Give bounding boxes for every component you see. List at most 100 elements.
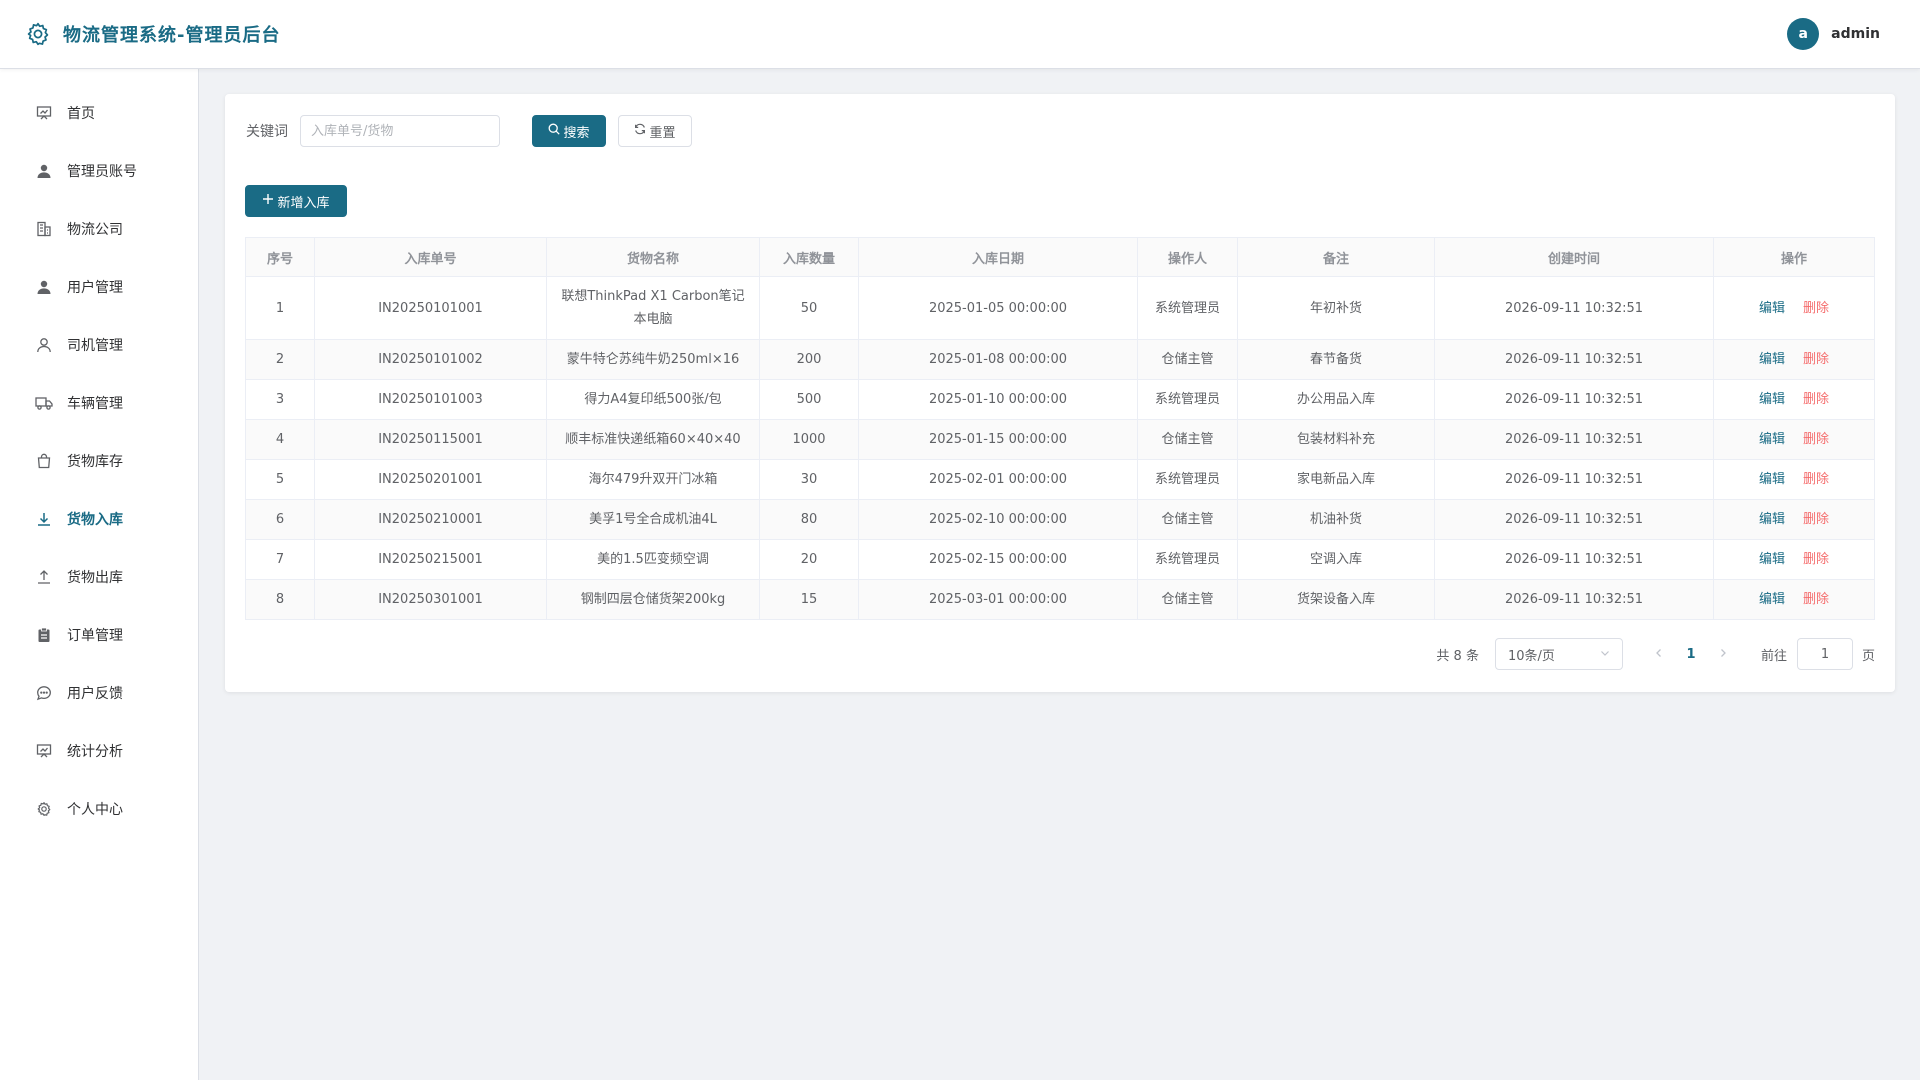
- user-menu[interactable]: a admin: [1787, 18, 1880, 50]
- add-inbound-button[interactable]: 新增入库: [245, 185, 347, 217]
- cell-goods: 钢制四层仓储货架200kg: [546, 579, 760, 620]
- cell-remark: 家电新品入库: [1237, 459, 1435, 500]
- sidebar-item-label: 车辆管理: [67, 396, 123, 412]
- search-button[interactable]: 搜索: [532, 115, 606, 147]
- avatar[interactable]: a: [1787, 18, 1820, 50]
- delete-link[interactable]: 删除: [1803, 512, 1829, 527]
- sidebar-item-home[interactable]: 首页: [0, 84, 198, 142]
- edit-link[interactable]: 编辑: [1759, 592, 1785, 607]
- inbound-card: 关键词 搜索 重置 新增入库 序号 入库单号 货物名称: [225, 94, 1895, 692]
- sidebar-item-label: 管理员账号: [67, 164, 137, 180]
- table-row: 3 IN20250101003 得力A4复印纸500张/包 500 2025-0…: [245, 379, 1875, 420]
- cell-remark: 春节备货: [1237, 339, 1435, 380]
- cell-operator: 仓储主管: [1137, 339, 1238, 380]
- column-header: 入库日期: [858, 237, 1138, 277]
- keyword-label: 关键词: [246, 124, 288, 140]
- sidebar-item-profile[interactable]: 个人中心: [0, 780, 198, 838]
- keyword-input[interactable]: [300, 115, 500, 147]
- search-button-label: 搜索: [563, 125, 590, 141]
- dashboard-icon: [35, 104, 53, 122]
- gear-icon: [25, 21, 51, 47]
- sidebar-item-feedback[interactable]: 用户反馈: [0, 664, 198, 722]
- sidebar-item-vehicles[interactable]: 车辆管理: [0, 374, 198, 432]
- edit-link[interactable]: 编辑: [1759, 512, 1785, 527]
- cell-created: 2026-09-11 10:32:51: [1434, 579, 1714, 620]
- cell-operator: 仓储主管: [1137, 499, 1238, 540]
- sidebar-item-admin-accounts[interactable]: 管理员账号: [0, 142, 198, 200]
- cell-qty: 30: [759, 459, 859, 500]
- table-row: 5 IN20250201001 海尔479升双开门冰箱 30 2025-02-0…: [245, 459, 1875, 500]
- cell-operator: 系统管理员: [1137, 459, 1238, 500]
- prev-page-button[interactable]: [1643, 647, 1675, 662]
- user-filled-icon: [35, 162, 53, 180]
- sidebar-item-outbound[interactable]: 货物出库: [0, 548, 198, 606]
- delete-link[interactable]: 删除: [1803, 392, 1829, 407]
- reset-button-label: 重置: [649, 125, 676, 141]
- cell-actions: 编辑 删除: [1713, 379, 1875, 420]
- cell-remark: 年初补货: [1237, 276, 1435, 340]
- sidebar-item-inventory[interactable]: 货物库存: [0, 432, 198, 490]
- cell-date: 2025-01-08 00:00:00: [858, 339, 1138, 380]
- edit-link[interactable]: 编辑: [1759, 552, 1785, 567]
- table-row: 6 IN20250210001 美孚1号全合成机油4L 80 2025-02-1…: [245, 499, 1875, 540]
- username[interactable]: admin: [1831, 26, 1880, 42]
- cell-date: 2025-01-15 00:00:00: [858, 419, 1138, 460]
- cell-order-no: IN20250101003: [314, 379, 547, 420]
- sidebar-item-drivers[interactable]: 司机管理: [0, 316, 198, 374]
- page-size-select[interactable]: 10条/页: [1494, 638, 1623, 670]
- cell-qty: 500: [759, 379, 859, 420]
- table-row: 4 IN20250115001 顺丰标准快递纸箱60×40×40 1000 20…: [245, 419, 1875, 460]
- table-row: 7 IN20250215001 美的1.5匹变频空调 20 2025-02-15…: [245, 539, 1875, 580]
- cell-date: 2025-01-10 00:00:00: [858, 379, 1138, 420]
- edit-link[interactable]: 编辑: [1759, 392, 1785, 407]
- sidebar-item-label: 货物库存: [67, 454, 123, 470]
- delete-link[interactable]: 删除: [1803, 352, 1829, 367]
- goto-page-input[interactable]: [1796, 638, 1853, 670]
- edit-link[interactable]: 编辑: [1759, 301, 1785, 316]
- delete-link[interactable]: 删除: [1803, 432, 1829, 447]
- column-header: 创建时间: [1434, 237, 1714, 277]
- column-header: 操作人: [1137, 237, 1238, 277]
- page-number-current[interactable]: 1: [1675, 647, 1707, 662]
- sidebar: 首页 管理员账号 物流公司 用户管理 司机管理 车辆管理 货物库存 货物入库 货…: [0, 69, 199, 1080]
- plus-icon: [262, 193, 274, 209]
- delete-link[interactable]: 删除: [1803, 472, 1829, 487]
- sidebar-item-statistics[interactable]: 统计分析: [0, 722, 198, 780]
- delete-link[interactable]: 删除: [1803, 552, 1829, 567]
- table-row: 2 IN20250101002 蒙牛特仑苏纯牛奶250ml×16 200 202…: [245, 339, 1875, 380]
- brand: 物流管理系统-管理员后台: [25, 21, 280, 47]
- next-page-button[interactable]: [1707, 647, 1739, 662]
- sidebar-item-label: 用户反馈: [67, 686, 123, 702]
- column-header: 入库数量: [759, 237, 859, 277]
- sidebar-item-logistics-company[interactable]: 物流公司: [0, 200, 198, 258]
- cell-index: 6: [245, 499, 315, 540]
- delete-link[interactable]: 删除: [1803, 301, 1829, 316]
- edit-link[interactable]: 编辑: [1759, 352, 1785, 367]
- edit-link[interactable]: 编辑: [1759, 432, 1785, 447]
- column-header: 序号: [245, 237, 315, 277]
- cell-order-no: IN20250201001: [314, 459, 547, 500]
- column-header: 入库单号: [314, 237, 547, 277]
- sidebar-item-inbound[interactable]: 货物入库: [0, 490, 198, 548]
- sidebar-item-label: 司机管理: [67, 338, 123, 354]
- cell-actions: 编辑 删除: [1713, 459, 1875, 500]
- cell-created: 2026-09-11 10:32:51: [1434, 276, 1714, 340]
- edit-link[interactable]: 编辑: [1759, 472, 1785, 487]
- cell-date: 2025-02-15 00:00:00: [858, 539, 1138, 580]
- cell-order-no: IN20250101001: [314, 276, 547, 340]
- cell-goods: 顺丰标准快递纸箱60×40×40: [546, 419, 760, 460]
- column-header: 操作: [1713, 237, 1875, 277]
- cell-goods: 联想ThinkPad X1 Carbon笔记本电脑: [546, 276, 760, 340]
- sidebar-item-orders[interactable]: 订单管理: [0, 606, 198, 664]
- cell-created: 2026-09-11 10:32:51: [1434, 539, 1714, 580]
- reset-button[interactable]: 重置: [618, 115, 692, 147]
- cell-goods: 蒙牛特仑苏纯牛奶250ml×16: [546, 339, 760, 380]
- goto-label: 前往: [1760, 648, 1787, 664]
- delete-link[interactable]: 删除: [1803, 592, 1829, 607]
- sidebar-item-label: 首页: [67, 106, 95, 122]
- cell-created: 2026-09-11 10:32:51: [1434, 459, 1714, 500]
- chevron-left-icon: [1656, 648, 1661, 657]
- chevron-right-icon: [1721, 648, 1726, 657]
- sidebar-item-users[interactable]: 用户管理: [0, 258, 198, 316]
- user-outline-icon: [35, 336, 53, 354]
